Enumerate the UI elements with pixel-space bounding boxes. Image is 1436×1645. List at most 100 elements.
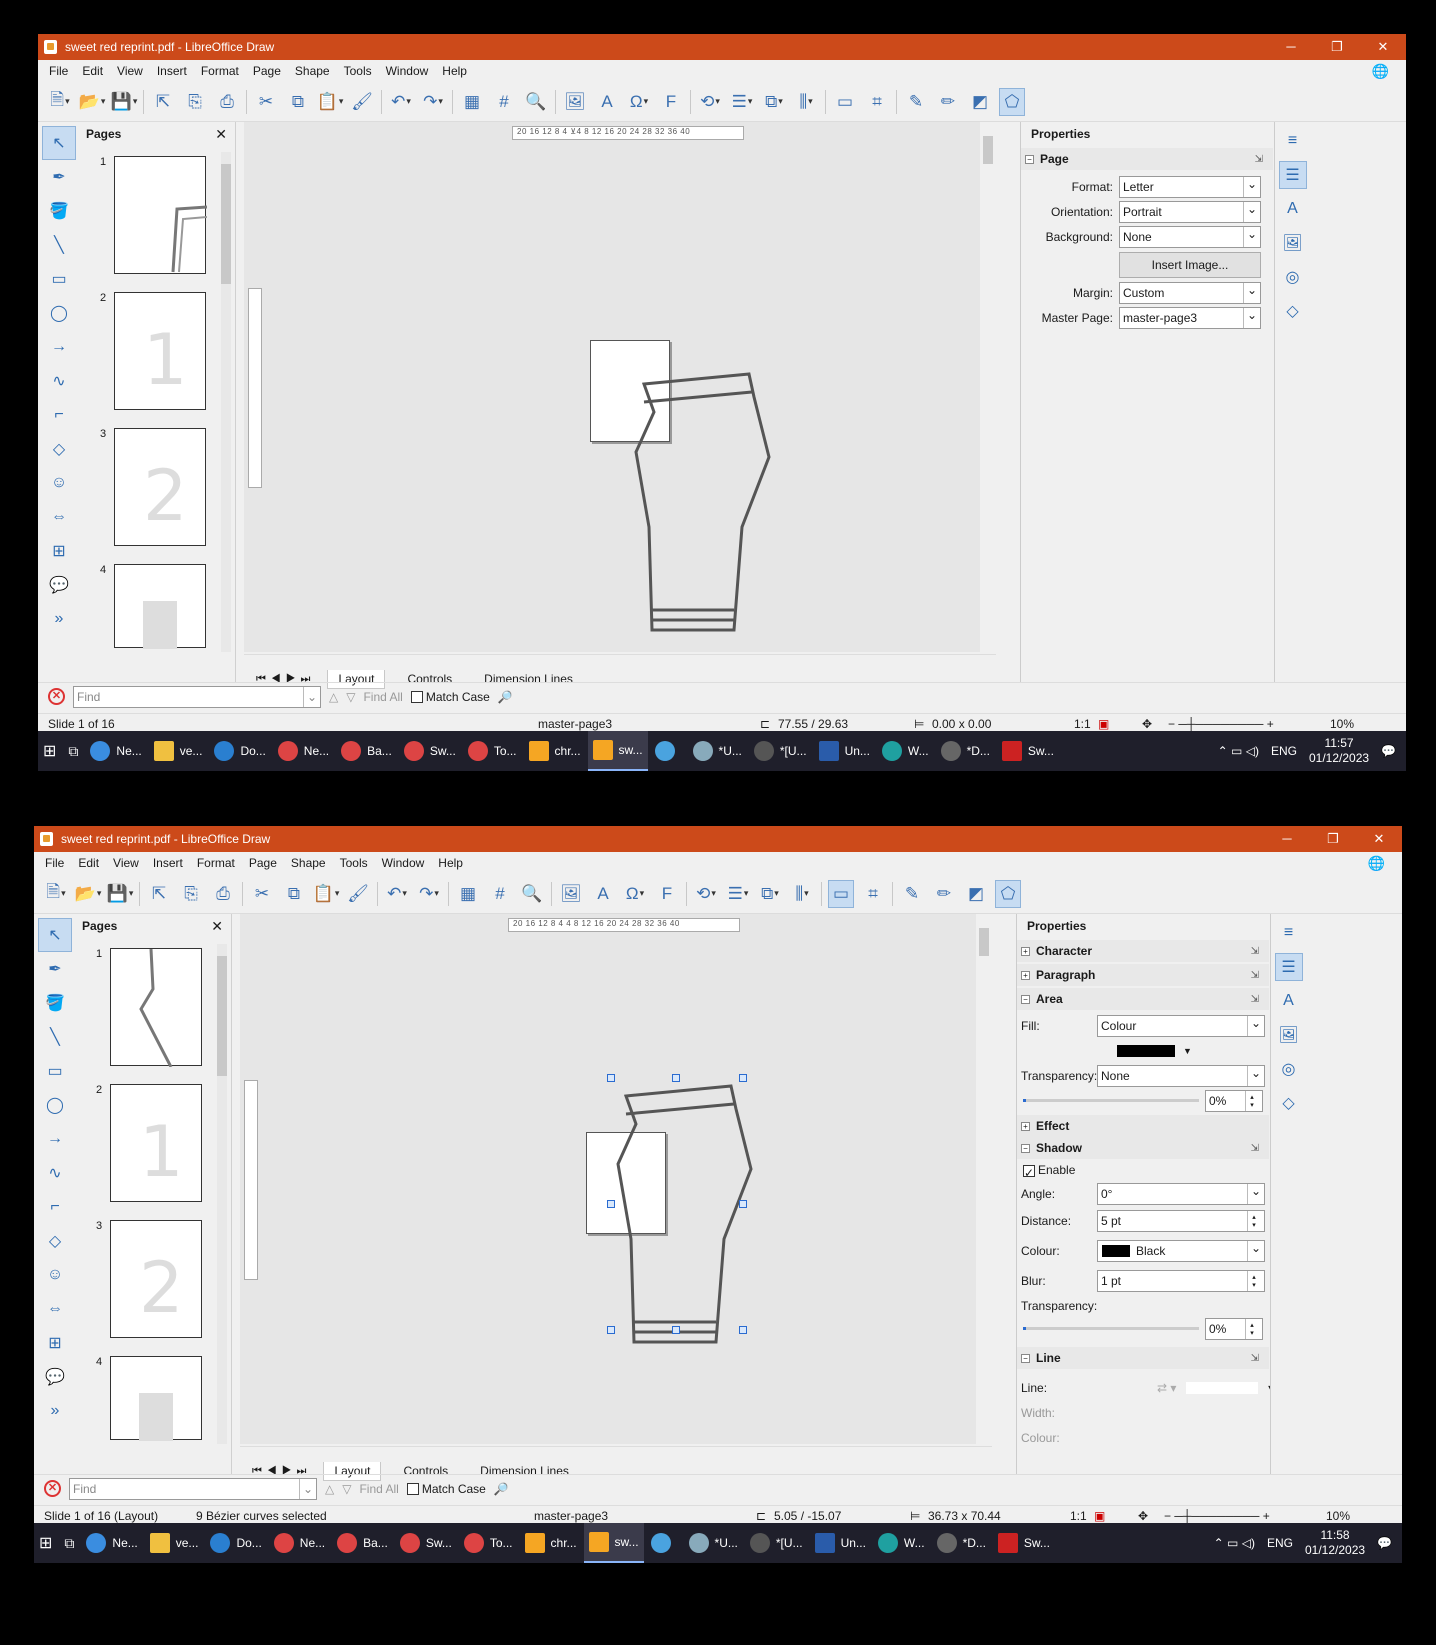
background-select[interactable]: None	[1119, 225, 1261, 248]
language-indicator[interactable]: ENG	[1267, 1536, 1293, 1550]
ellipse-icon[interactable]: ◯	[38, 1088, 72, 1122]
section-paragraph[interactable]: Paragraph	[1036, 968, 1095, 982]
menu-shape[interactable]: Shape	[284, 856, 333, 870]
transformations-icon[interactable]: ⟲	[693, 880, 719, 908]
transformations-icon[interactable]: ⟲	[697, 88, 723, 116]
menu-insert[interactable]: Insert	[150, 64, 194, 78]
copy-icon[interactable]: ⧉	[281, 880, 307, 908]
taskbar-item[interactable]: chr...	[524, 731, 586, 771]
close-pages-panel-icon[interactable]: ✕	[215, 126, 227, 143]
taskbar-item[interactable]	[646, 1523, 682, 1563]
callout-icon[interactable]: 💬	[38, 1360, 72, 1394]
toggle-extrusion-icon[interactable]: ◩	[963, 880, 989, 908]
symbol-shapes-icon[interactable]: ☺	[38, 1258, 72, 1292]
line-icon[interactable]: ╲	[38, 1020, 72, 1054]
blur-input[interactable]: 1 pt	[1097, 1270, 1265, 1292]
page-thumbnail-2[interactable]: 1	[114, 292, 206, 410]
block-arrows-icon[interactable]: ⇔	[42, 500, 76, 534]
shadow-transparency-pct[interactable]: 0%	[1205, 1317, 1263, 1340]
taskbar-item[interactable]: *D...	[932, 1523, 991, 1563]
menu-edit[interactable]: Edit	[75, 64, 110, 78]
fill-color-swatch[interactable]	[1117, 1044, 1175, 1057]
taskbar-item[interactable]: Sw...	[399, 731, 461, 771]
glue-points-icon[interactable]: ✏	[931, 880, 957, 908]
notifications-icon[interactable]: 💬	[1377, 1536, 1392, 1550]
curve-icon[interactable]: ∿	[42, 364, 76, 398]
fontwork-icon[interactable]: F	[658, 88, 684, 116]
zoom-level[interactable]: 10%	[1326, 1509, 1350, 1523]
open-icon[interactable]: 📂	[75, 880, 101, 908]
gallery-icon[interactable]: 🖼	[1275, 1021, 1303, 1049]
menu-file[interactable]: File	[42, 64, 75, 78]
shapes-icon[interactable]: ◇	[1279, 297, 1307, 325]
undo-icon[interactable]: ↶	[384, 880, 410, 908]
match-case-checkbox[interactable]: Match Case	[406, 1482, 486, 1496]
section-shadow[interactable]: Shadow	[1036, 1141, 1082, 1155]
arrow-line-icon[interactable]: →	[38, 1122, 72, 1156]
menu-page[interactable]: Page	[246, 64, 288, 78]
more-tools-icon[interactable]: »	[38, 1394, 72, 1428]
properties-icon[interactable]: ☰	[1274, 953, 1303, 981]
collapse-icon[interactable]: −	[1021, 994, 1030, 1004]
taskbar-item[interactable]: Do...	[205, 1523, 266, 1563]
menu-view[interactable]: View	[110, 64, 150, 78]
more-options-icon[interactable]: ⇲	[1251, 970, 1259, 981]
angle-select[interactable]: 0°	[1097, 1182, 1265, 1205]
zoom-slider[interactable]: − ─┼──────── +	[1168, 717, 1274, 731]
points-icon[interactable]: ✎	[903, 88, 929, 116]
grid-icon[interactable]: ▦	[455, 880, 481, 908]
rectangle-icon[interactable]: ▭	[42, 262, 76, 296]
arrange-icon[interactable]: ⧉	[761, 88, 787, 116]
fit-page-icon[interactable]: ✥	[1142, 717, 1152, 731]
crop-icon[interactable]: ⌗	[860, 880, 886, 908]
taskbar-item[interactable]: To...	[463, 731, 522, 771]
canvas-vertical-scrollbar[interactable]	[976, 914, 992, 1444]
language-indicator[interactable]: ENG	[1271, 744, 1297, 758]
connector-icon[interactable]: ⌐	[42, 398, 76, 432]
taskbar-item[interactable]: Ne...	[85, 731, 146, 771]
canvas-vertical-scrollbar[interactable]	[980, 122, 996, 652]
taskbar-item[interactable]: Ba...	[336, 731, 397, 771]
menu-file[interactable]: File	[38, 856, 71, 870]
pants-pattern-drawing[interactable]	[624, 362, 774, 632]
pages-scrollbar[interactable]	[221, 152, 231, 652]
checkbox-box[interactable]: ✓	[1023, 1164, 1035, 1180]
line-style-preview[interactable]	[1186, 1381, 1259, 1394]
taskbar-item[interactable]: ve...	[145, 1523, 204, 1563]
menu-icon[interactable]: ≡	[1275, 919, 1303, 947]
taskbar-item[interactable]	[650, 731, 686, 771]
cut-icon[interactable]: ✂	[249, 880, 275, 908]
section-area[interactable]: Area	[1036, 992, 1063, 1006]
distribute-icon[interactable]: ⫼	[793, 88, 819, 116]
page-thumbnail-2[interactable]: 1	[110, 1084, 202, 1202]
helplines-icon[interactable]: #	[487, 880, 513, 908]
image-icon[interactable]: 🖼	[562, 88, 588, 116]
insert-image-button[interactable]: Insert Image...	[1119, 251, 1261, 278]
find-replace-icon[interactable]: 🔎	[494, 1482, 509, 1496]
new-icon[interactable]: 🗎	[43, 880, 69, 908]
checkbox-box[interactable]	[406, 1483, 419, 1496]
properties-icon[interactable]: ☰	[1278, 161, 1307, 189]
menu-icon[interactable]: ≡	[1279, 127, 1307, 155]
selection-handle[interactable]	[739, 1074, 747, 1082]
taskbar-item[interactable]: chr...	[520, 1523, 582, 1563]
orientation-select[interactable]: Portrait	[1119, 200, 1261, 223]
special-character-icon[interactable]: Ω	[626, 88, 652, 116]
zoom-level[interactable]: 10%	[1330, 717, 1354, 731]
taskbar-item[interactable]: *U...	[684, 1523, 743, 1563]
export-pdf-icon[interactable]: ⎘	[182, 88, 208, 116]
task-view-icon[interactable]: ⧉	[63, 731, 83, 771]
master-page-select[interactable]: master-page3	[1119, 306, 1261, 329]
line-color-icon[interactable]: ✒	[38, 952, 72, 986]
select-icon[interactable]: ↖	[38, 918, 72, 952]
glue-points-icon[interactable]: ✏	[935, 88, 961, 116]
page-thumbnail-1[interactable]	[110, 948, 202, 1067]
shapes-icon[interactable]: ◇	[1275, 1089, 1303, 1117]
canvas-horizontal-scrollbar[interactable]	[244, 654, 996, 668]
selection-handle[interactable]	[607, 1200, 615, 1208]
textbox-icon[interactable]: A	[590, 880, 616, 908]
connector-icon[interactable]: ⌐	[38, 1190, 72, 1224]
match-case-checkbox[interactable]: Match Case	[410, 690, 490, 704]
line-color-icon[interactable]: ✒	[42, 160, 76, 194]
crop-icon[interactable]: ⌗	[864, 88, 890, 116]
